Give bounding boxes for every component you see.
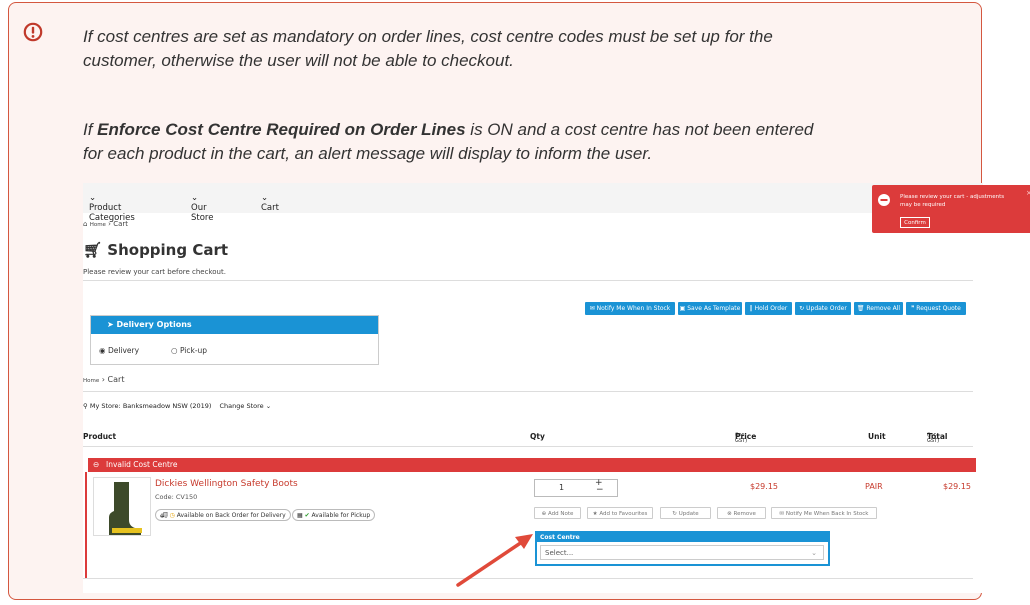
delivery-radio[interactable]: ◉ Delivery xyxy=(99,346,139,355)
invalid-cost-centre-alert: ⊖ Invalid Cost Centre xyxy=(88,458,976,472)
cart-icon: 🛒︎ xyxy=(83,241,103,259)
line-total: $29.15 xyxy=(943,482,971,491)
divider xyxy=(83,280,973,281)
nav-cart[interactable]: Cart ⌄ xyxy=(261,193,279,213)
arrow-annotation xyxy=(456,534,533,587)
col-product: Product xyxy=(83,432,117,441)
quantity-stepper[interactable]: 1 + − xyxy=(534,479,618,497)
product-code: Code: CV150 xyxy=(155,493,198,501)
breadcrumb-home[interactable]: Home xyxy=(90,222,106,228)
qty-decrement-button[interactable]: − xyxy=(596,486,604,495)
update-order-button[interactable]: ↻ Update Order xyxy=(795,302,851,315)
cost-centre-select[interactable]: Select... ⌄ xyxy=(540,545,824,560)
delivery-options-header: ➤ Delivery Options xyxy=(91,316,378,334)
breadcrumb-home-2[interactable]: Home xyxy=(83,378,99,384)
pickup-radio[interactable]: ○ Pick-up xyxy=(171,346,207,355)
divider-3 xyxy=(83,446,973,447)
remove-all-button[interactable]: 🗑︎ Remove All xyxy=(854,302,903,315)
breadcrumb-cart: Cart xyxy=(113,220,129,228)
cart-screenshot: Product Categories ⌄ Our Store ⌄ Cart ⌄ … xyxy=(83,183,983,593)
notice-paragraph-2: If Enforce Cost Centre Required on Order… xyxy=(83,120,814,139)
breadcrumb: ⌂ Home › Cart xyxy=(83,220,129,228)
notify-in-stock-button[interactable]: ✉ Notify Me When In Stock xyxy=(585,302,675,315)
chevron-down-icon: ⌄ xyxy=(811,549,817,557)
check-icon: ✔ xyxy=(304,512,310,519)
notice-line-2: customer, otherwise the user will not be… xyxy=(83,51,514,70)
col-qty: Qty xyxy=(530,432,545,441)
top-nav: Product Categories ⌄ Our Store ⌄ Cart ⌄ xyxy=(83,183,983,223)
remove-line-button[interactable]: ⊗ Remove xyxy=(717,507,766,519)
cost-centre-box: Cost Centre Select... ⌄ xyxy=(535,531,830,566)
breadcrumb-cart-2: Cart xyxy=(107,375,125,384)
boot-icon xyxy=(109,482,142,535)
location-icon: ⚲ xyxy=(83,402,88,410)
confirm-button[interactable]: Confirm xyxy=(900,217,930,228)
add-note-button[interactable]: ⊕ Add Note xyxy=(534,507,581,519)
calendar-icon: ▦ xyxy=(297,512,303,519)
change-store-link[interactable]: Change Store ⌄ xyxy=(220,402,272,410)
my-store: ⚲ My Store: Banksmeadow NSW (2019) Chang… xyxy=(83,402,272,410)
minus-circle-icon xyxy=(878,194,890,206)
save-template-button[interactable]: ▣ Save As Template xyxy=(678,302,742,315)
notice-line-1: If cost centres are set as mandatory on … xyxy=(83,27,773,46)
toast-message: Please review your cart - adjustments may… xyxy=(900,194,1005,208)
alert-toast: Please review your cart - adjustments may… xyxy=(872,185,1030,233)
back-order-pill: 🚚︎ ◷ Available on Back Order for Deliver… xyxy=(155,509,291,521)
clock-icon: ◷ xyxy=(169,512,175,519)
notice-paragraph-2-line-2: for each product in the cart, an alert m… xyxy=(83,144,653,163)
minus-circle-icon: ⊖ xyxy=(93,460,100,469)
add-favourites-button[interactable]: ★ Add to Favourites xyxy=(587,507,653,519)
delivery-options: ➤ Delivery Options ◉ Delivery ○ Pick-up xyxy=(90,315,379,365)
nav-our-store[interactable]: Our Store ⌄ xyxy=(191,193,213,223)
warning-icon xyxy=(23,22,43,42)
notify-back-in-stock-button[interactable]: ✉ Notify Me When Back In Stock xyxy=(771,507,877,519)
close-icon[interactable]: × xyxy=(1026,189,1030,197)
qty-value: 1 xyxy=(559,483,565,492)
line-price: $29.15 xyxy=(750,482,778,491)
cost-centre-label: Cost Centre xyxy=(537,533,828,542)
page-title: 🛒︎ Shopping Cart xyxy=(83,241,229,259)
pickup-pill: ▦ ✔ Available for Pickup xyxy=(292,509,376,521)
home-icon: ⌂ xyxy=(83,220,88,228)
line-unit: PAIR xyxy=(865,482,883,491)
product-name[interactable]: Dickies Wellington Safety Boots xyxy=(155,479,298,489)
col-unit: Unit xyxy=(868,432,886,441)
setting-name: Enforce Cost Centre Required on Order Li… xyxy=(97,120,466,139)
update-line-button[interactable]: ↻ Update xyxy=(660,507,711,519)
request-quote-button[interactable]: ❞ Request Quote xyxy=(906,302,966,315)
page-subtitle: Please review your cart before checkout. xyxy=(83,268,226,276)
truck-icon: 🚚︎ xyxy=(160,512,168,519)
divider-2 xyxy=(83,391,973,392)
nav-product-categories[interactable]: Product Categories ⌄ xyxy=(89,193,135,223)
breadcrumb-secondary: Home › Cart xyxy=(83,375,125,384)
product-image[interactable] xyxy=(93,477,151,536)
hold-order-button[interactable]: ‖ Hold Order xyxy=(745,302,792,315)
